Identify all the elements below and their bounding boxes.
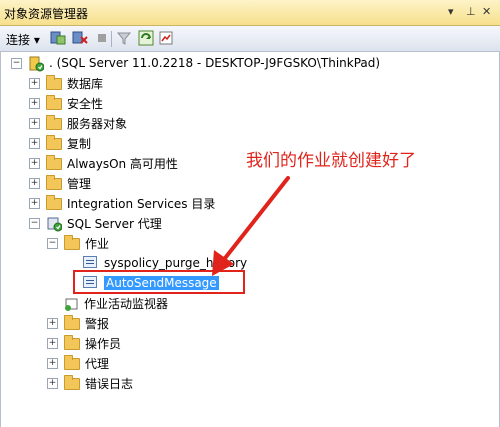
folder-open-icon — [64, 235, 80, 250]
tree-node-replication[interactable]: + 复制 — [29, 134, 91, 152]
folder-icon — [46, 195, 62, 210]
pin-icon[interactable]: ⊥ — [466, 5, 476, 18]
tree-node-job-activity-monitor[interactable]: 作业活动监视器 — [63, 294, 168, 312]
collapse-toggle[interactable]: − — [47, 237, 58, 249]
expand-toggle[interactable]: + — [29, 137, 40, 149]
activity-monitor-icon — [63, 296, 79, 311]
tree-label: 代理 — [85, 356, 110, 371]
expand-toggle[interactable]: + — [47, 377, 58, 389]
expand-toggle[interactable]: + — [29, 177, 40, 189]
tree-label: 错误日志 — [85, 376, 134, 391]
tree-node-alwayson[interactable]: + AlwaysOn 高可用性 — [29, 154, 178, 172]
annotation-highlight-box — [73, 270, 245, 294]
expand-toggle[interactable]: + — [29, 197, 40, 209]
expand-toggle[interactable]: + — [29, 157, 40, 169]
tree-label: 复制 — [67, 136, 92, 151]
tree-label: syspolicy_purge_history — [104, 256, 248, 270]
tree-label: Integration Services 目录 — [67, 196, 216, 211]
expand-toggle[interactable]: + — [47, 317, 58, 329]
tree-label: 作业活动监视器 — [84, 296, 169, 311]
toolbar-separator — [111, 31, 112, 47]
folder-icon — [46, 155, 62, 170]
window-title: 对象资源管理器 — [4, 7, 89, 21]
tree-node-jobs[interactable]: − 作业 — [47, 234, 109, 252]
object-explorer-titlebar: 对象资源管理器 ▾ ⊥ ✕ — [0, 0, 500, 26]
tree-node-proxies[interactable]: + 代理 — [47, 354, 109, 372]
expand-toggle[interactable]: + — [29, 117, 40, 129]
folder-icon — [46, 115, 62, 130]
filter-icon[interactable] — [116, 30, 132, 46]
sql-agent-icon — [46, 216, 63, 232]
collapse-toggle[interactable]: − — [11, 57, 22, 69]
folder-icon — [64, 335, 80, 350]
connect-server-icon[interactable] — [50, 30, 66, 46]
folder-icon — [46, 75, 62, 90]
tree-node-security[interactable]: + 安全性 — [29, 94, 103, 112]
tree-label: 作业 — [85, 236, 110, 251]
expand-toggle[interactable]: + — [29, 97, 40, 109]
expand-toggle[interactable]: + — [29, 77, 40, 89]
tree-label: 警报 — [85, 316, 110, 331]
collapse-toggle[interactable]: − — [29, 217, 40, 229]
tree-node-server-objects[interactable]: + 服务器对象 — [29, 114, 127, 132]
tree-label: AlwaysOn 高可用性 — [67, 156, 178, 171]
folder-icon — [64, 375, 80, 390]
folder-icon — [46, 175, 62, 190]
folder-icon — [46, 135, 62, 150]
connect-dropdown[interactable]: 连接 ▾ — [6, 31, 40, 48]
tree-node-alerts[interactable]: + 警报 — [47, 314, 109, 332]
folder-icon — [64, 355, 80, 370]
tree-label: 安全性 — [67, 96, 104, 111]
tree-label: 操作员 — [85, 336, 122, 351]
tree-label: 数据库 — [67, 76, 104, 91]
expand-toggle[interactable]: + — [47, 337, 58, 349]
tree-node-error-logs[interactable]: + 错误日志 — [47, 374, 133, 392]
tree-label: 服务器对象 — [67, 116, 128, 131]
window-position-icon[interactable]: ▾ — [448, 5, 454, 18]
server-icon — [28, 56, 45, 72]
activity-monitor-icon[interactable] — [158, 30, 174, 46]
tree-node-databases[interactable]: + 数据库 — [29, 74, 103, 92]
object-explorer-tree[interactable]: − . (SQL Server 11.0.2218 - DESKTOP-J9FG… — [0, 52, 500, 427]
tree-node-operators[interactable]: + 操作员 — [47, 334, 121, 352]
tree-label: 管理 — [67, 176, 92, 191]
folder-icon — [64, 315, 80, 330]
object-explorer-toolbar: 连接 ▾ — [0, 26, 500, 52]
close-icon[interactable]: ✕ — [482, 5, 491, 18]
job-icon — [83, 256, 99, 270]
tree-node-integration-services[interactable]: + Integration Services 目录 — [29, 194, 215, 212]
annotation-text: 我们的作业就创建好了 — [246, 151, 416, 171]
server-label: . (SQL Server 11.0.2218 - DESKTOP-J9FGSK… — [49, 56, 381, 70]
stop-icon[interactable] — [94, 30, 110, 46]
expand-toggle[interactable]: + — [47, 357, 58, 369]
tree-node-sql-agent[interactable]: − SQL Server 代理 — [29, 214, 162, 232]
refresh-icon[interactable] — [138, 30, 154, 46]
folder-icon — [46, 95, 62, 110]
tree-node-server[interactable]: − . (SQL Server 11.0.2218 - DESKTOP-J9FG… — [11, 54, 380, 72]
disconnect-icon[interactable] — [72, 30, 88, 46]
tree-node-management[interactable]: + 管理 — [29, 174, 91, 192]
tree-label: SQL Server 代理 — [67, 216, 162, 231]
